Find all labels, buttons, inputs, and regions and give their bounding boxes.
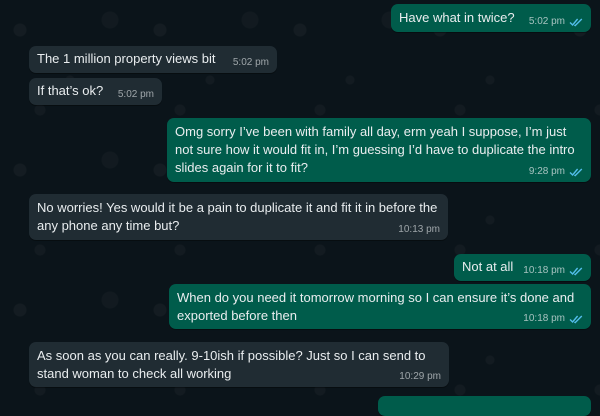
read-receipt-icon bbox=[569, 167, 583, 177]
message-meta: 5:02 pm bbox=[118, 89, 154, 101]
message-meta: 5:02 pm bbox=[233, 57, 269, 69]
read-receipt-icon bbox=[569, 314, 583, 324]
message-bubble-outgoing-partial[interactable] bbox=[378, 396, 591, 416]
message-time: 9:28 pm bbox=[528, 166, 565, 177]
message-text: When do you need it tomorrow morning so … bbox=[177, 290, 578, 323]
message-bubble-incoming[interactable]: As soon as you can really. 9-10ish if po… bbox=[29, 342, 449, 387]
message-meta: 5:02 pm bbox=[529, 16, 583, 28]
message-bubble-incoming[interactable]: If that’s ok? 5:02 pm bbox=[29, 78, 162, 105]
read-receipt-icon bbox=[569, 17, 583, 27]
message-meta: 9:28 pm bbox=[529, 166, 583, 178]
message-meta: 10:18 pm bbox=[523, 265, 583, 277]
message-time: 10:29 pm bbox=[399, 371, 441, 382]
message-time: 5:02 pm bbox=[117, 89, 154, 100]
message-meta: 10:13 pm bbox=[398, 224, 440, 236]
message-text: Omg sorry I’ve been with family all day,… bbox=[175, 124, 579, 175]
message-time: 10:18 pm bbox=[523, 313, 565, 324]
message-bubble-outgoing[interactable]: Not at all 10:18 pm bbox=[454, 254, 591, 281]
message-meta: 10:18 pm bbox=[523, 313, 583, 325]
message-text: No worries! Yes would it be a pain to du… bbox=[37, 200, 441, 233]
read-receipt-icon bbox=[569, 266, 583, 276]
chat-message-list[interactable]: Have what in twice? 5:02 pm The 1 millio… bbox=[0, 0, 600, 416]
message-text: As soon as you can really. 9-10ish if po… bbox=[37, 348, 430, 381]
message-bubble-outgoing[interactable]: Have what in twice? 5:02 pm bbox=[391, 4, 591, 32]
message-meta: 10:29 pm bbox=[399, 371, 441, 383]
message-bubble-outgoing[interactable]: When do you need it tomorrow morning so … bbox=[169, 284, 591, 329]
message-bubble-incoming[interactable]: No worries! Yes would it be a pain to du… bbox=[29, 194, 448, 240]
message-bubble-outgoing[interactable]: Omg sorry I’ve been with family all day,… bbox=[167, 118, 591, 182]
message-bubble-incoming[interactable]: The 1 million property views bit 5:02 pm bbox=[29, 46, 277, 73]
message-time: 10:13 pm bbox=[398, 224, 440, 235]
message-time: 5:02 pm bbox=[528, 16, 565, 27]
message-time: 10:18 pm bbox=[523, 265, 565, 276]
message-time: 5:02 pm bbox=[232, 57, 269, 68]
